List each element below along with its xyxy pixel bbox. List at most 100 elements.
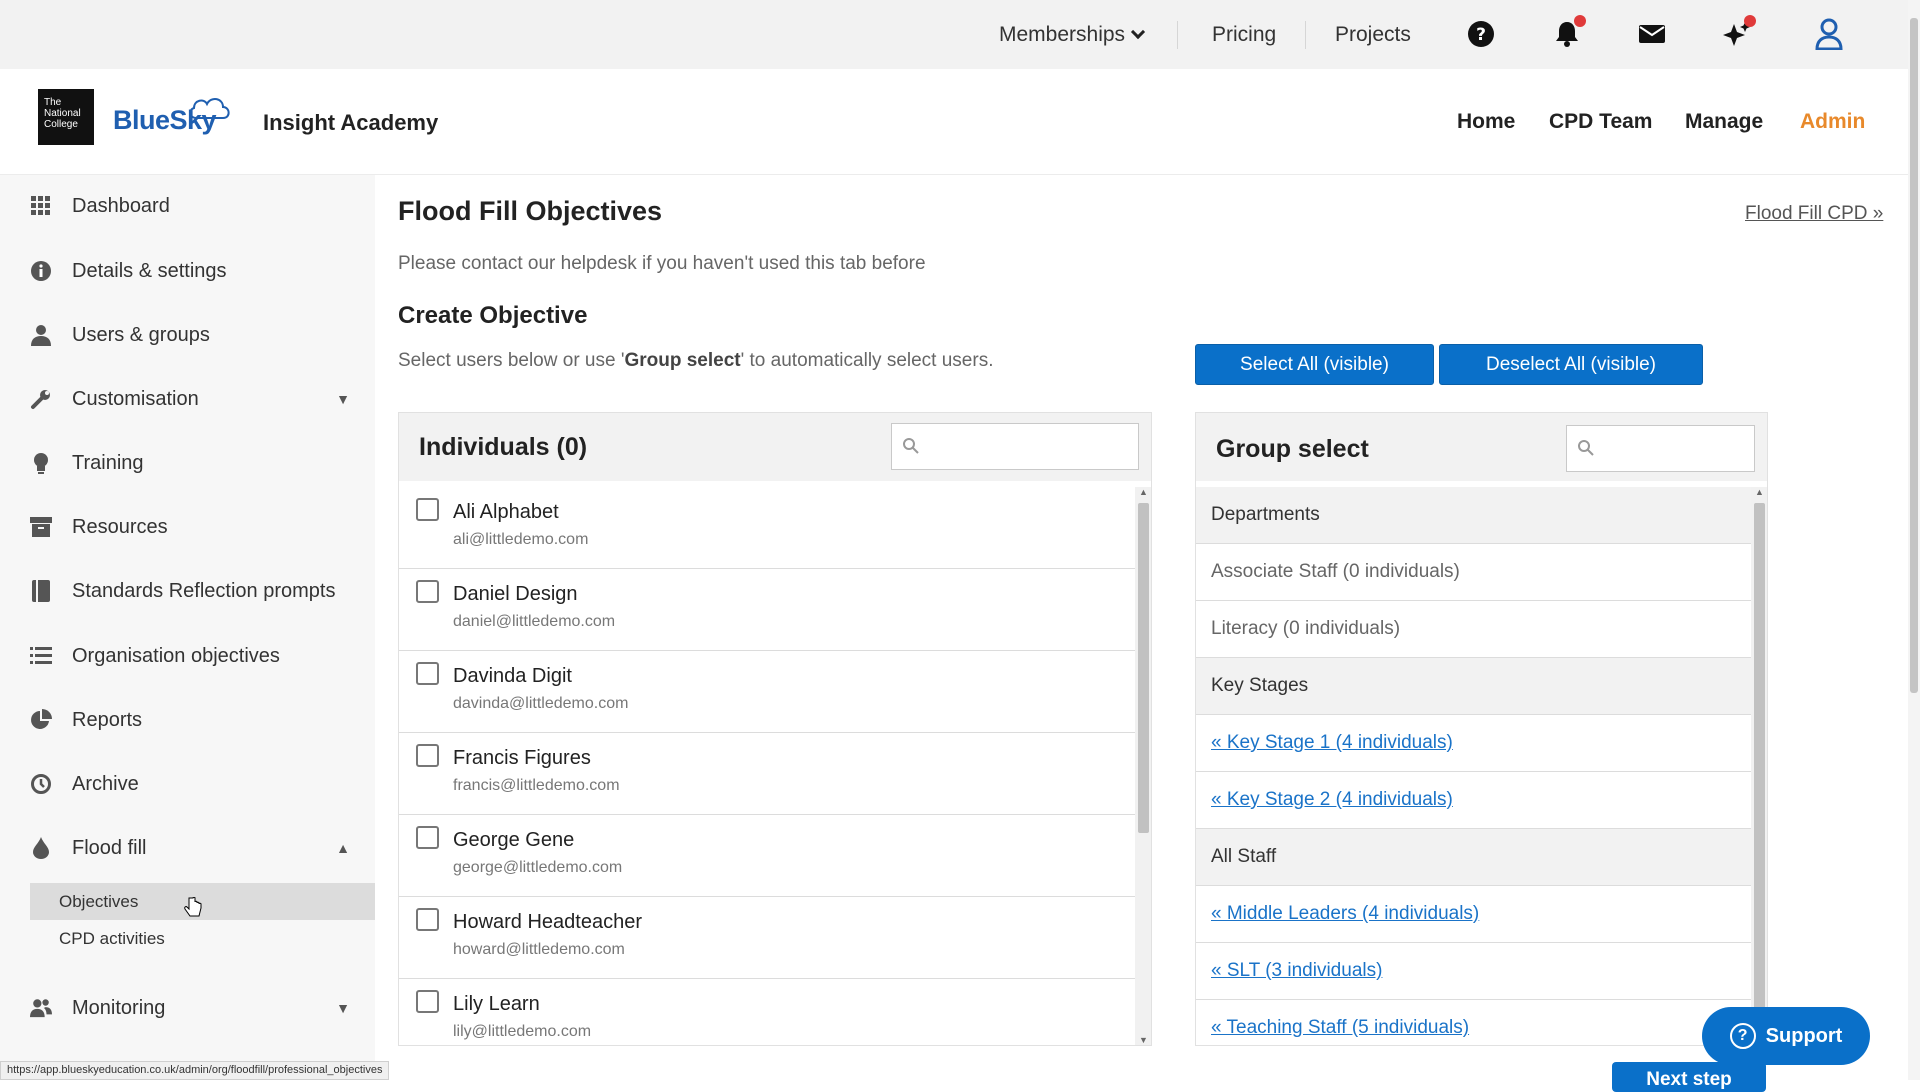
sidebar-item-details-settings[interactable]: Details & settings bbox=[30, 254, 350, 288]
national-college-logo[interactable]: The National College bbox=[38, 89, 94, 145]
group-link-row[interactable]: « Key Stage 2 (4 individuals) bbox=[1196, 772, 1751, 829]
group-link[interactable]: « Teaching Staff (5 individuals) bbox=[1211, 1017, 1469, 1039]
wrench-icon bbox=[30, 388, 52, 410]
nav-cpd-team[interactable]: CPD Team bbox=[1549, 110, 1652, 134]
user-icon[interactable] bbox=[1812, 17, 1846, 51]
sidebar-item-label: Customisation bbox=[72, 387, 199, 410]
top-bar: Memberships Pricing Projects ? bbox=[0, 0, 1908, 69]
group-link-row[interactable]: « Teaching Staff (5 individuals) bbox=[1196, 1000, 1751, 1045]
nav-home[interactable]: Home bbox=[1457, 110, 1515, 134]
list-item[interactable]: Daniel Design daniel@littledemo.com bbox=[399, 569, 1135, 651]
deselect-all-button[interactable]: Deselect All (visible) bbox=[1439, 344, 1703, 385]
lightbulb-icon bbox=[30, 452, 52, 474]
person-name: Davinda Digit bbox=[453, 665, 572, 687]
list-item[interactable]: George Gene george@littledemo.com bbox=[399, 815, 1135, 897]
sidebar-item-label: Flood fill bbox=[72, 836, 147, 859]
group-search-input[interactable] bbox=[1566, 425, 1755, 472]
sidebar-item-reports[interactable]: Reports bbox=[30, 703, 350, 737]
person-name: George Gene bbox=[453, 829, 575, 851]
cloud-icon bbox=[186, 88, 234, 127]
person-name: Ali Alphabet bbox=[453, 501, 559, 523]
sidebar-subitem-cpd-activities[interactable]: CPD activities bbox=[30, 920, 375, 957]
search-icon bbox=[902, 437, 920, 460]
list-item[interactable]: Ali Alphabet ali@littledemo.com bbox=[399, 487, 1135, 569]
pricing-link[interactable]: Pricing bbox=[1212, 0, 1276, 69]
group-link-row[interactable]: « Middle Leaders (4 individuals) bbox=[1196, 886, 1751, 943]
memberships-menu[interactable]: Memberships bbox=[999, 0, 1146, 69]
sparkle-icon[interactable] bbox=[1720, 15, 1756, 51]
mail-icon[interactable] bbox=[1635, 17, 1669, 51]
group-link[interactable]: « Middle Leaders (4 individuals) bbox=[1211, 903, 1479, 925]
sidebar-item-customisation[interactable]: Customisation ▼ bbox=[30, 382, 350, 416]
select-checkbox[interactable] bbox=[416, 498, 439, 521]
user-icon bbox=[30, 324, 52, 346]
page-scrollbar-thumb[interactable] bbox=[1910, 18, 1918, 693]
grid-icon bbox=[30, 195, 52, 217]
sidebar-item-label: Details & settings bbox=[72, 259, 227, 282]
group-link-row[interactable]: « SLT (3 individuals) bbox=[1196, 943, 1751, 1000]
list-item[interactable]: Davinda Digit davinda@littledemo.com bbox=[399, 651, 1135, 733]
caret-down-icon: ▼ bbox=[336, 391, 350, 407]
sidebar-item-label: Dashboard bbox=[72, 194, 170, 217]
scroll-up-icon: ▲ bbox=[1755, 487, 1764, 497]
help-icon[interactable]: ? bbox=[1464, 17, 1498, 51]
sidebar-item-standards-reflection-prompts[interactable]: Standards Reflection prompts bbox=[30, 574, 350, 608]
scrollbar-thumb[interactable] bbox=[1138, 503, 1149, 833]
nav-admin[interactable]: Admin bbox=[1800, 110, 1865, 134]
individuals-scrollbar[interactable]: ▲ ▼ bbox=[1135, 487, 1151, 1045]
note-bold: Group select bbox=[624, 350, 741, 371]
individuals-search-input[interactable] bbox=[891, 423, 1139, 470]
select-all-button[interactable]: Select All (visible) bbox=[1195, 344, 1434, 385]
select-checkbox[interactable] bbox=[416, 662, 439, 685]
individuals-panel: Individuals (0) Ali Alphabet ali@littlede… bbox=[398, 412, 1152, 1046]
group-link-row[interactable]: « Key Stage 1 (4 individuals) bbox=[1196, 715, 1751, 772]
bell-icon[interactable] bbox=[1550, 15, 1586, 51]
select-checkbox[interactable] bbox=[416, 826, 439, 849]
sidebar-item-label: Reports bbox=[72, 708, 143, 731]
sidebar-item-users-groups[interactable]: Users & groups bbox=[30, 318, 350, 352]
help-circle-icon: ? bbox=[1729, 1023, 1756, 1049]
next-step-button[interactable]: Next step bbox=[1612, 1062, 1766, 1092]
group-scrollbar[interactable]: ▲ bbox=[1751, 487, 1767, 1045]
scroll-down-icon: ▼ bbox=[1139, 1035, 1148, 1045]
sidebar-item-monitoring[interactable]: Monitoring ▼ bbox=[30, 991, 350, 1025]
support-label: Support bbox=[1765, 1024, 1843, 1047]
select-checkbox[interactable] bbox=[416, 990, 439, 1013]
support-button[interactable]: ? Support bbox=[1702, 1007, 1870, 1065]
flood-fill-cpd-link[interactable]: Flood Fill CPD » bbox=[1745, 203, 1883, 225]
search-icon bbox=[1577, 439, 1595, 462]
sidebar-item-flood-fill[interactable]: Flood fill ▲ bbox=[30, 831, 350, 865]
select-checkbox[interactable] bbox=[416, 744, 439, 767]
group-link[interactable]: « Key Stage 1 (4 individuals) bbox=[1211, 732, 1453, 754]
sidebar-item-organisation-objectives[interactable]: Organisation objectives bbox=[30, 639, 350, 673]
sidebar-item-resources[interactable]: Resources bbox=[30, 510, 350, 544]
scrollbar-thumb[interactable] bbox=[1754, 503, 1765, 1043]
drop-icon bbox=[30, 837, 52, 859]
list-item[interactable]: Lily Learn lily@littledemo.com bbox=[399, 979, 1135, 1045]
sidebar-item-dashboard[interactable]: Dashboard bbox=[30, 189, 350, 223]
sidebar-item-training[interactable]: Training bbox=[30, 446, 350, 480]
group-link[interactable]: « Key Stage 2 (4 individuals) bbox=[1211, 789, 1453, 811]
projects-link[interactable]: Projects bbox=[1335, 0, 1411, 69]
list-item[interactable]: Francis Figures francis@littledemo.com bbox=[399, 733, 1135, 815]
select-checkbox[interactable] bbox=[416, 908, 439, 931]
projects-label: Projects bbox=[1335, 22, 1411, 46]
group-link[interactable]: « SLT (3 individuals) bbox=[1211, 960, 1382, 982]
sidebar-item-label: Standards Reflection prompts bbox=[72, 579, 336, 602]
status-url: https://app.blueskyeducation.co.uk/admin… bbox=[0, 1061, 390, 1080]
sidebar-item-label: Organisation objectives bbox=[72, 644, 280, 667]
nav-manage[interactable]: Manage bbox=[1685, 110, 1763, 134]
group-row: Literacy (0 individuals) bbox=[1196, 601, 1751, 658]
select-checkbox[interactable] bbox=[416, 580, 439, 603]
divider bbox=[1305, 20, 1306, 49]
sidebar-item-label: Resources bbox=[72, 515, 168, 538]
page-title: Flood Fill Objectives bbox=[398, 196, 663, 226]
sidebar-subitem-objectives[interactable]: Objectives bbox=[30, 883, 375, 920]
svg-text:?: ? bbox=[1476, 25, 1486, 45]
caret-down-icon: ▼ bbox=[336, 1000, 350, 1016]
sidebar-item-archive[interactable]: Archive bbox=[30, 767, 350, 801]
divider bbox=[1177, 20, 1178, 49]
list-item[interactable]: Howard Headteacher howard@littledemo.com bbox=[399, 897, 1135, 979]
page-scrollbar[interactable] bbox=[1908, 0, 1920, 1080]
person-name: Lily Learn bbox=[453, 993, 540, 1015]
